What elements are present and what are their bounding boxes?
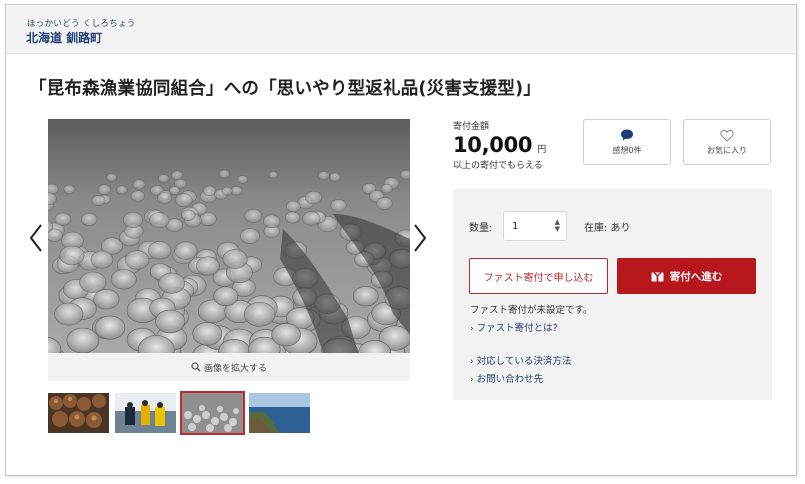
- thumbnail-strip: [48, 391, 310, 435]
- chevron-right-icon: ›: [470, 324, 474, 334]
- favorite-button[interactable]: お気に入り: [683, 119, 771, 165]
- seabed-photo: [48, 119, 410, 353]
- quantity-value: 1: [512, 220, 519, 232]
- stock-status: 在庫: あり: [584, 223, 631, 234]
- municipality-kana: ほっかいどう くしろちょう: [27, 19, 136, 29]
- thumbnail-2[interactable]: [115, 393, 176, 433]
- price-note: 以上の寄付でもらえる: [453, 161, 543, 171]
- municipality-name[interactable]: 北海道 釧路町: [26, 29, 102, 46]
- fast-donation-note: ファスト寄付が未設定です。: [470, 305, 593, 316]
- updown-caret-icon: ▲ ▼: [554, 218, 560, 233]
- zoom-image-button[interactable]: 画像を拡大する: [48, 353, 410, 381]
- product-image-viewer[interactable]: [48, 119, 410, 353]
- price-amount: 10,000: [453, 133, 533, 157]
- chevron-right-icon: ›: [470, 375, 474, 385]
- order-panel: 数量: 1 ▲ ▼ 在庫: あり ファスト寄付で申し込む 寄付へ進む ファスト寄付…: [453, 189, 772, 400]
- review-label: 感想0件: [612, 146, 642, 155]
- thumbnail-3[interactable]: [180, 391, 245, 435]
- speech-bubble-icon: [621, 129, 633, 141]
- payment-methods-link[interactable]: › 対応している決済方法: [470, 353, 571, 367]
- thumbnail-4[interactable]: [249, 393, 310, 433]
- quantity-label: 数量:: [469, 223, 493, 234]
- review-button[interactable]: 感想0件: [583, 119, 671, 165]
- site-header: ほっかいどう くしろちょう 北海道 釧路町: [6, 5, 796, 54]
- magnifier-icon: [191, 362, 201, 372]
- price-unit: 円: [537, 145, 547, 155]
- contact-link[interactable]: › お問い合わせ先: [470, 371, 543, 385]
- payment-methods-label: 対応している決済方法: [476, 356, 572, 367]
- chevron-right-icon: ›: [470, 357, 474, 367]
- price-label: 寄付金額: [453, 122, 490, 132]
- previous-image-arrow-icon[interactable]: [26, 221, 46, 255]
- fast-donation-button[interactable]: ファスト寄付で申し込む: [469, 258, 608, 294]
- gift-box-icon: [651, 272, 664, 282]
- contact-label: お問い合わせ先: [476, 374, 544, 385]
- next-image-arrow-icon[interactable]: [410, 221, 430, 255]
- favorite-label: お気に入り: [707, 145, 747, 155]
- thumbnail-1[interactable]: [48, 393, 109, 433]
- price-block: 寄付金額 10,000 円 以上の寄付でもらえる: [453, 119, 593, 171]
- heart-icon: [720, 129, 734, 142]
- page-frame: ほっかいどう くしろちょう 北海道 釧路町 「昆布森漁業協同組合」への「思いやり…: [5, 4, 797, 476]
- zoom-label: 画像を拡大する: [203, 363, 267, 374]
- fast-donation-about-label: ファスト寄付とは?: [476, 323, 558, 334]
- fast-donation-about-link[interactable]: › ファスト寄付とは?: [470, 320, 558, 334]
- quantity-select[interactable]: 1 ▲ ▼: [503, 211, 567, 241]
- proceed-to-donate-label: 寄付へ進む: [669, 270, 723, 283]
- product-title: 「昆布森漁業協同組合」への「思いやり型返礼品(災害支援型)」: [29, 79, 541, 99]
- proceed-to-donate-button[interactable]: 寄付へ進む: [617, 258, 756, 294]
